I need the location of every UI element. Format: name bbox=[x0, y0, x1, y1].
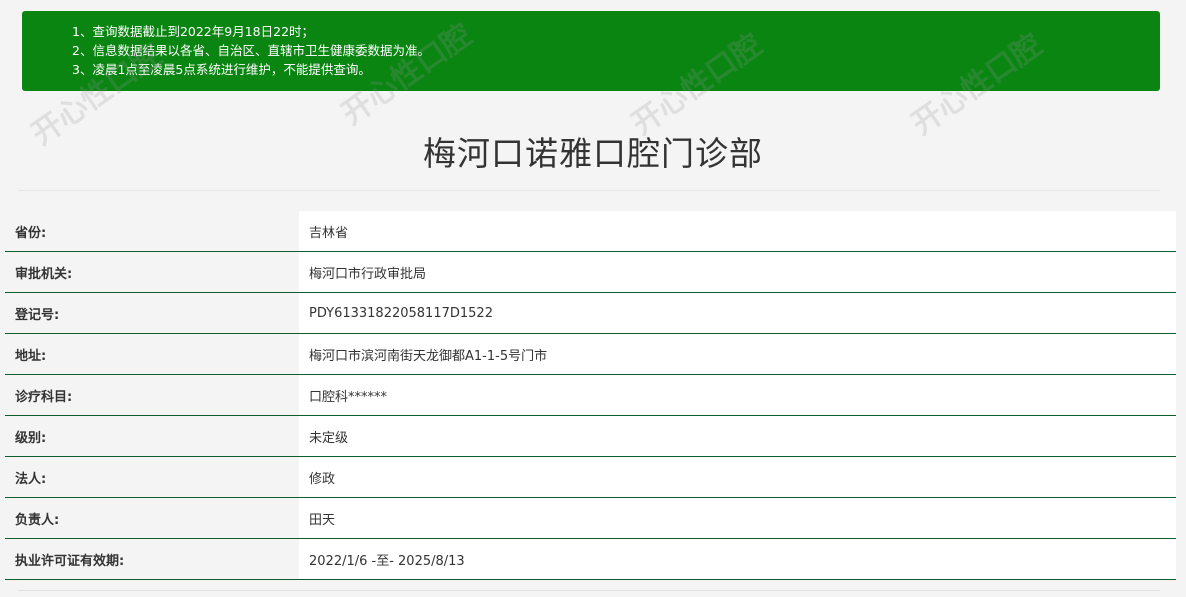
row-label: 登记号: bbox=[5, 292, 299, 334]
page-title: 梅河口诺雅口腔门诊部 bbox=[423, 134, 763, 173]
notice-line: 1、查询数据截止到2022年9月18日22时； bbox=[72, 24, 315, 39]
table-row: 诊疗科目: 口腔科****** bbox=[5, 374, 1176, 416]
table-row: 执业许可证有效期: 2022/1/6 -至- 2025/8/13 bbox=[5, 538, 1176, 580]
row-label: 地址: bbox=[5, 333, 299, 375]
table-row: 地址: 梅河口市滨河南街天龙御都A1-1-5号门市 bbox=[5, 333, 1176, 375]
table-row: 级别: 未定级 bbox=[5, 415, 1176, 457]
table-row: 登记号: PDY61331822058117D1522 bbox=[5, 292, 1176, 334]
notice-banner: 1、查询数据截止到2022年9月18日22时； 2、信息数据结果以各省、自治区、… bbox=[22, 11, 1160, 91]
title-divider bbox=[18, 190, 1160, 191]
row-value: PDY61331822058117D1522 bbox=[299, 292, 1176, 334]
table-row: 省份: 吉林省 bbox=[5, 211, 1176, 252]
row-value: 未定级 bbox=[299, 415, 1176, 457]
row-value: 口腔科****** bbox=[299, 374, 1176, 416]
row-label: 诊疗科目: bbox=[5, 374, 299, 416]
table-row: 负责人: 田天 bbox=[5, 497, 1176, 539]
table-row: 法人: 修政 bbox=[5, 456, 1176, 498]
row-value: 梅河口市行政审批局 bbox=[299, 251, 1176, 293]
row-value: 修政 bbox=[299, 456, 1176, 498]
row-label: 执业许可证有效期: bbox=[5, 538, 299, 580]
clinic-info-table: 省份: 吉林省 审批机关: 梅河口市行政审批局 登记号: PDY61331822… bbox=[5, 211, 1176, 580]
table-row: 审批机关: 梅河口市行政审批局 bbox=[5, 251, 1176, 293]
row-value: 2022/1/6 -至- 2025/8/13 bbox=[299, 538, 1176, 580]
row-label: 级别: bbox=[5, 415, 299, 457]
row-label: 负责人: bbox=[5, 497, 299, 539]
row-value: 梅河口市滨河南街天龙御都A1-1-5号门市 bbox=[299, 333, 1176, 375]
row-label: 审批机关: bbox=[5, 251, 299, 293]
notice-line: 3、凌晨1点至凌晨5点系统进行维护，不能提供查询。 bbox=[72, 62, 371, 77]
bottom-divider bbox=[18, 590, 1160, 591]
row-label: 省份: bbox=[5, 211, 299, 252]
notice-line: 2、信息数据结果以各省、自治区、直辖市卫生健康委数据为准。 bbox=[72, 43, 430, 58]
row-value: 吉林省 bbox=[299, 211, 1176, 252]
row-value: 田天 bbox=[299, 497, 1176, 539]
row-label: 法人: bbox=[5, 456, 299, 498]
